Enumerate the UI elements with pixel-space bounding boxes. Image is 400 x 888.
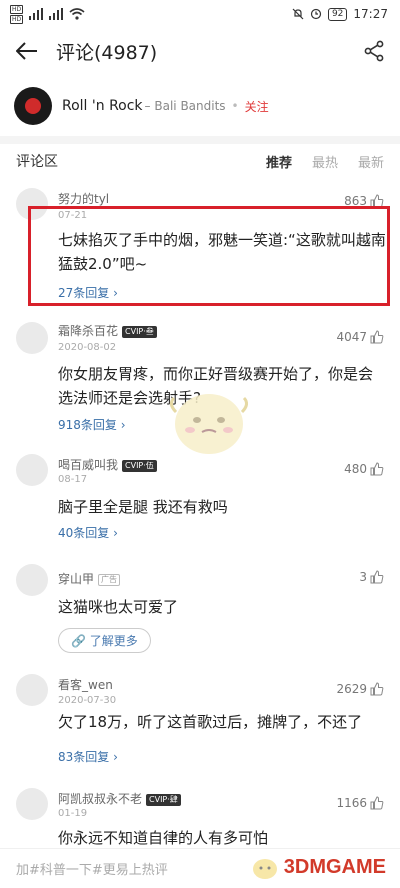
- watermark-mascot-icon: [252, 859, 277, 879]
- avatar[interactable]: [16, 674, 48, 706]
- wifi-icon: [69, 8, 85, 20]
- comment-author[interactable]: 穿山甲 广告: [58, 570, 121, 587]
- avatar[interactable]: [16, 454, 48, 486]
- page-title: 评论(4987): [56, 41, 158, 64]
- thumb-up-icon: [370, 570, 384, 584]
- signal-icon: [29, 8, 44, 20]
- section-title: 评论区: [16, 154, 58, 170]
- like-count: 863: [344, 194, 367, 208]
- author-name: 穿山甲: [58, 572, 95, 586]
- comment-date: 08-17: [58, 474, 88, 485]
- comment-text: 欠了18万，听了这首歌过后，摊牌了，不还了: [58, 713, 363, 731]
- thumb-up-icon: [370, 194, 384, 208]
- section-divider: [0, 136, 400, 144]
- author-name: 霜降杀百花: [58, 324, 119, 338]
- comment-text: 七妹掐灭了手中的烟，邪魅一笑道:“这歌就叫越南猛鼓2.0”吧~: [58, 231, 386, 273]
- tab-recommended[interactable]: 推荐: [266, 152, 292, 171]
- comment-date: 01-19: [58, 808, 88, 819]
- bell-mute-icon: [292, 8, 304, 20]
- song-artist: Bali Bandits: [145, 99, 225, 113]
- status-time: 17:27: [353, 7, 388, 21]
- like-button[interactable]: 3: [359, 570, 384, 584]
- song-row[interactable]: Roll 'n Rock Bali Bandits • 关注: [0, 80, 400, 132]
- comment-date: 2020-07-30: [58, 695, 117, 706]
- status-bar: HD HD 92 17:27: [0, 0, 400, 28]
- thumb-up-icon: [370, 796, 384, 810]
- reply-count-link[interactable]: 40条回复: [58, 524, 118, 541]
- comment-author[interactable]: 努力的tyl: [58, 190, 109, 207]
- comment-author[interactable]: 霜降杀百花 CVIP·叁: [58, 322, 157, 339]
- comment-text: 你永远不知道自律的人有多可怕: [58, 829, 269, 847]
- follow-button[interactable]: 关注: [245, 98, 269, 115]
- watermark: 3DMGAME: [250, 852, 386, 882]
- sort-tabs: 推荐 最热 最新: [266, 152, 384, 171]
- like-button[interactable]: 1166: [336, 796, 384, 810]
- avatar[interactable]: [16, 322, 48, 354]
- comment-author[interactable]: 喝百威叫我 CVIP·伍: [58, 456, 157, 473]
- like-button[interactable]: 2629: [336, 682, 384, 696]
- reply-count-link[interactable]: 918条回复: [58, 416, 126, 433]
- separator-dot: •: [231, 99, 239, 113]
- comment-author[interactable]: 阿凯叔叔永不老 CVIP·肆: [58, 790, 181, 807]
- comment-text: 脑子里全是腿 我还有救吗: [58, 498, 228, 516]
- like-button[interactable]: 863: [344, 194, 384, 208]
- signal2-icon: [49, 8, 64, 20]
- comment-date: 07-21: [58, 210, 88, 221]
- watermark-text: 3DMGAME: [283, 855, 386, 878]
- learn-more-button[interactable]: 🔗 了解更多: [58, 628, 151, 653]
- sim1-label: HD: [10, 4, 24, 14]
- share-icon[interactable]: [362, 39, 386, 63]
- battery-level: 92: [327, 7, 348, 21]
- avatar[interactable]: [16, 788, 48, 820]
- vip-badge: CVIP·叁: [122, 326, 157, 338]
- tab-newest[interactable]: 最新: [358, 152, 384, 171]
- sim-indicators: HD HD: [10, 4, 24, 24]
- comment-input-placeholder[interactable]: 加#科普一下#更易上热评: [16, 859, 168, 878]
- learn-more-label: 了解更多: [89, 634, 138, 648]
- sim2-label: HD: [10, 14, 24, 24]
- reply-count-link[interactable]: 27条回复: [58, 284, 118, 301]
- comment-date: 2020-08-02: [58, 342, 117, 353]
- like-count: 2629: [336, 682, 367, 696]
- like-button[interactable]: 480: [344, 462, 384, 476]
- avatar[interactable]: [16, 188, 48, 220]
- back-arrow-icon[interactable]: [14, 38, 40, 64]
- thumb-up-icon: [370, 330, 384, 344]
- thumb-up-icon: [370, 462, 384, 476]
- like-count: 1166: [336, 796, 367, 810]
- status-right: 92 17:27: [292, 7, 388, 21]
- song-title: Roll 'n Rock: [62, 98, 143, 114]
- like-count: 480: [344, 462, 367, 476]
- author-name: 喝百威叫我: [58, 458, 119, 472]
- comment-author[interactable]: 看客_wen: [58, 676, 113, 693]
- avatar[interactable]: [16, 564, 48, 596]
- author-name: 阿凯叔叔永不老: [58, 792, 143, 806]
- comment-text: 这猫咪也太可爱了: [58, 598, 179, 616]
- like-count: 4047: [336, 330, 367, 344]
- link-icon: 🔗: [71, 634, 90, 648]
- song-cover: [14, 87, 52, 125]
- top-header: 评论(4987): [0, 30, 400, 72]
- ad-badge: 广告: [98, 574, 121, 586]
- vip-badge: CVIP·伍: [122, 460, 157, 472]
- reply-count-link[interactable]: 83条回复: [58, 748, 118, 765]
- like-count: 3: [359, 570, 367, 584]
- status-left: HD HD: [10, 4, 85, 24]
- vip-badge: CVIP·肆: [146, 794, 181, 806]
- thumb-up-icon: [370, 682, 384, 696]
- alarm-icon: [310, 8, 322, 20]
- tab-hottest[interactable]: 最热: [312, 152, 338, 171]
- comment-section-header: 评论区 推荐 最热 最新: [0, 145, 400, 177]
- mascot-sticker: [169, 394, 249, 454]
- like-button[interactable]: 4047: [336, 330, 384, 344]
